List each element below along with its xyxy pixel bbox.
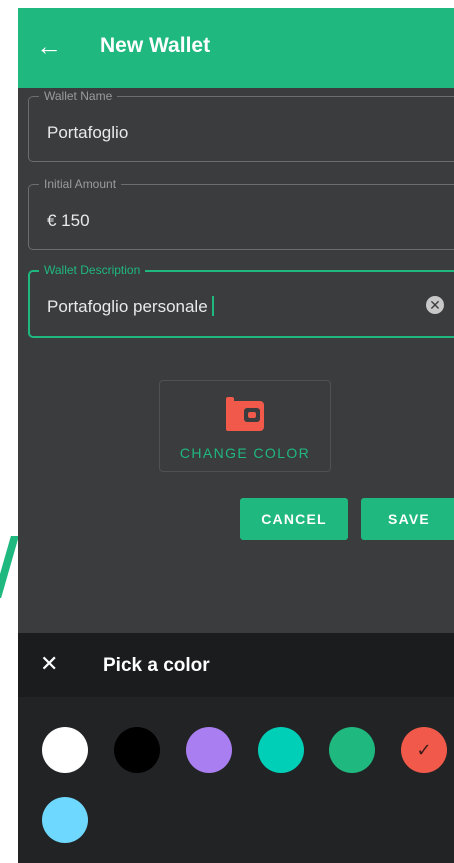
change-color-button[interactable]: CHANGE COLOR bbox=[159, 380, 331, 472]
check-icon: ✓ bbox=[416, 740, 432, 760]
swatch-light-blue[interactable] bbox=[42, 797, 88, 843]
wallet-description-value-wrap: Portafoglio personale bbox=[47, 296, 214, 317]
close-icon[interactable]: ✕ bbox=[40, 651, 58, 677]
app-bar: ← New Wallet bbox=[18, 8, 454, 88]
swatch-turquoise[interactable] bbox=[258, 727, 304, 773]
arrow-left-icon[interactable]: ← bbox=[36, 28, 62, 64]
sheet-header: ✕ Pick a color bbox=[18, 633, 454, 697]
wallet-description-value: Portafoglio personale bbox=[47, 297, 208, 316]
save-button[interactable]: SAVE bbox=[361, 498, 454, 540]
swatch-green[interactable] bbox=[329, 727, 375, 773]
wallet-name-field[interactable]: Wallet Name Portafoglio bbox=[28, 88, 454, 162]
clear-circle-icon[interactable]: ✕ bbox=[426, 296, 444, 314]
wallet-description-label: Wallet Description bbox=[39, 262, 146, 278]
color-picker-sheet: ✕ Pick a color ✓ bbox=[18, 633, 454, 863]
page-title: New Wallet bbox=[100, 34, 211, 57]
cancel-button[interactable]: CANCEL bbox=[240, 498, 348, 540]
swatch-white[interactable] bbox=[42, 727, 88, 773]
sheet-title: Pick a color bbox=[103, 655, 210, 676]
wallet-name-label: Wallet Name bbox=[39, 88, 118, 104]
wallet-name-value: Portafoglio bbox=[47, 123, 129, 142]
app-screen: ← New Wallet Wallet Name Portafoglio Ini… bbox=[18, 8, 454, 863]
text-cursor bbox=[211, 296, 214, 316]
initial-amount-value: € 150 bbox=[47, 211, 90, 230]
swatch-red[interactable]: ✓ bbox=[401, 727, 447, 773]
wallet-icon bbox=[226, 397, 264, 431]
decorative-stripe bbox=[0, 536, 19, 598]
swatch-purple[interactable] bbox=[186, 727, 232, 773]
swatch-black[interactable] bbox=[114, 727, 160, 773]
wallet-description-field[interactable]: Wallet Description Portafoglio personale… bbox=[28, 262, 454, 338]
initial-amount-label: Initial Amount bbox=[39, 176, 122, 192]
change-color-label: CHANGE COLOR bbox=[179, 445, 311, 461]
initial-amount-field[interactable]: Initial Amount € 150 bbox=[28, 176, 454, 250]
